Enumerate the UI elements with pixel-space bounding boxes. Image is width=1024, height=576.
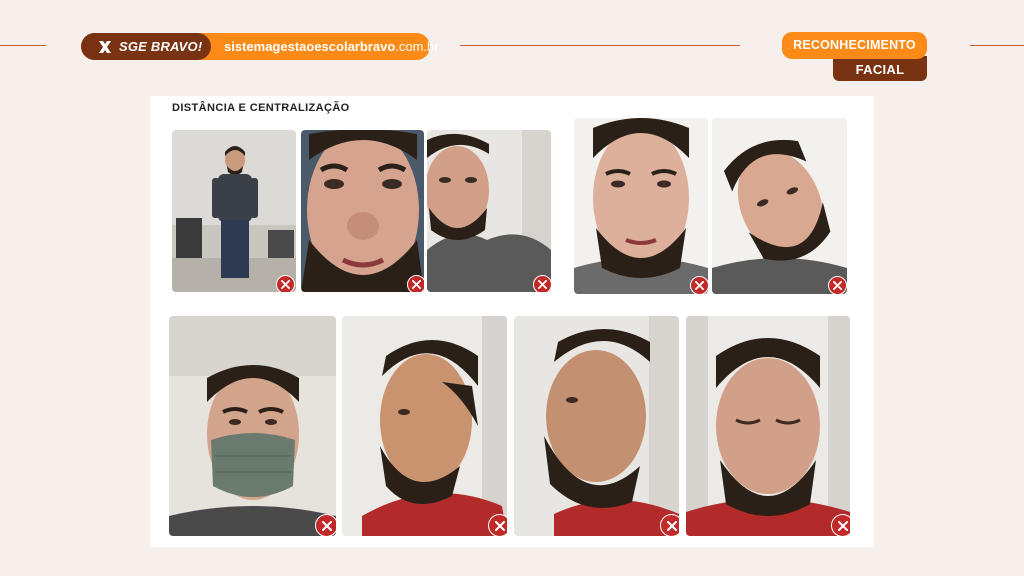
decorative-line-right [970,45,1024,46]
reject-x-icon [276,275,295,292]
photo-off-center [427,130,551,292]
reject-x-icon [660,514,679,536]
brand-url-domain: sistemagestaoescolarbravo [224,39,396,54]
brand-name: SGE BRAVO! [119,39,203,54]
reject-x-icon [690,276,708,294]
brand-url-suffix: .com.br [395,39,439,54]
brand-url-link[interactable]: sistemagestaoescolarbravo.com.br [224,33,439,60]
card-heading: DISTÂNCIA E CENTRALIZAÇÃO [172,102,350,114]
brand-logo: SGE BRAVO! [81,33,211,60]
decorative-line-left [0,45,46,46]
photo-side-profile-left [342,316,507,536]
reject-x-icon [488,514,507,536]
photo-too-close [301,130,424,292]
photo-head-tilted-down [686,316,850,536]
reject-x-icon [831,514,850,536]
brand-pill: SGE BRAVO! sistemagestaoescolarbravo.com… [81,33,439,60]
reject-x-icon [407,275,424,292]
page-title-line2: FACIAL [833,56,927,81]
photo-head-tilted-up [514,316,679,536]
reject-x-icon [315,514,336,536]
decorative-line-middle [460,45,740,46]
sge-x-logo-icon [99,40,111,53]
photo-wearing-mask [169,316,336,536]
reject-x-icon [828,276,847,294]
photo-tilted-head [712,118,847,294]
page-title-line1: RECONHECIMENTO [782,32,927,59]
photo-too-far [172,130,296,292]
photo-bad-framing [574,118,708,294]
reject-x-icon [533,275,551,292]
content-card: DISTÂNCIA E CENTRALIZAÇÃO [150,96,874,547]
